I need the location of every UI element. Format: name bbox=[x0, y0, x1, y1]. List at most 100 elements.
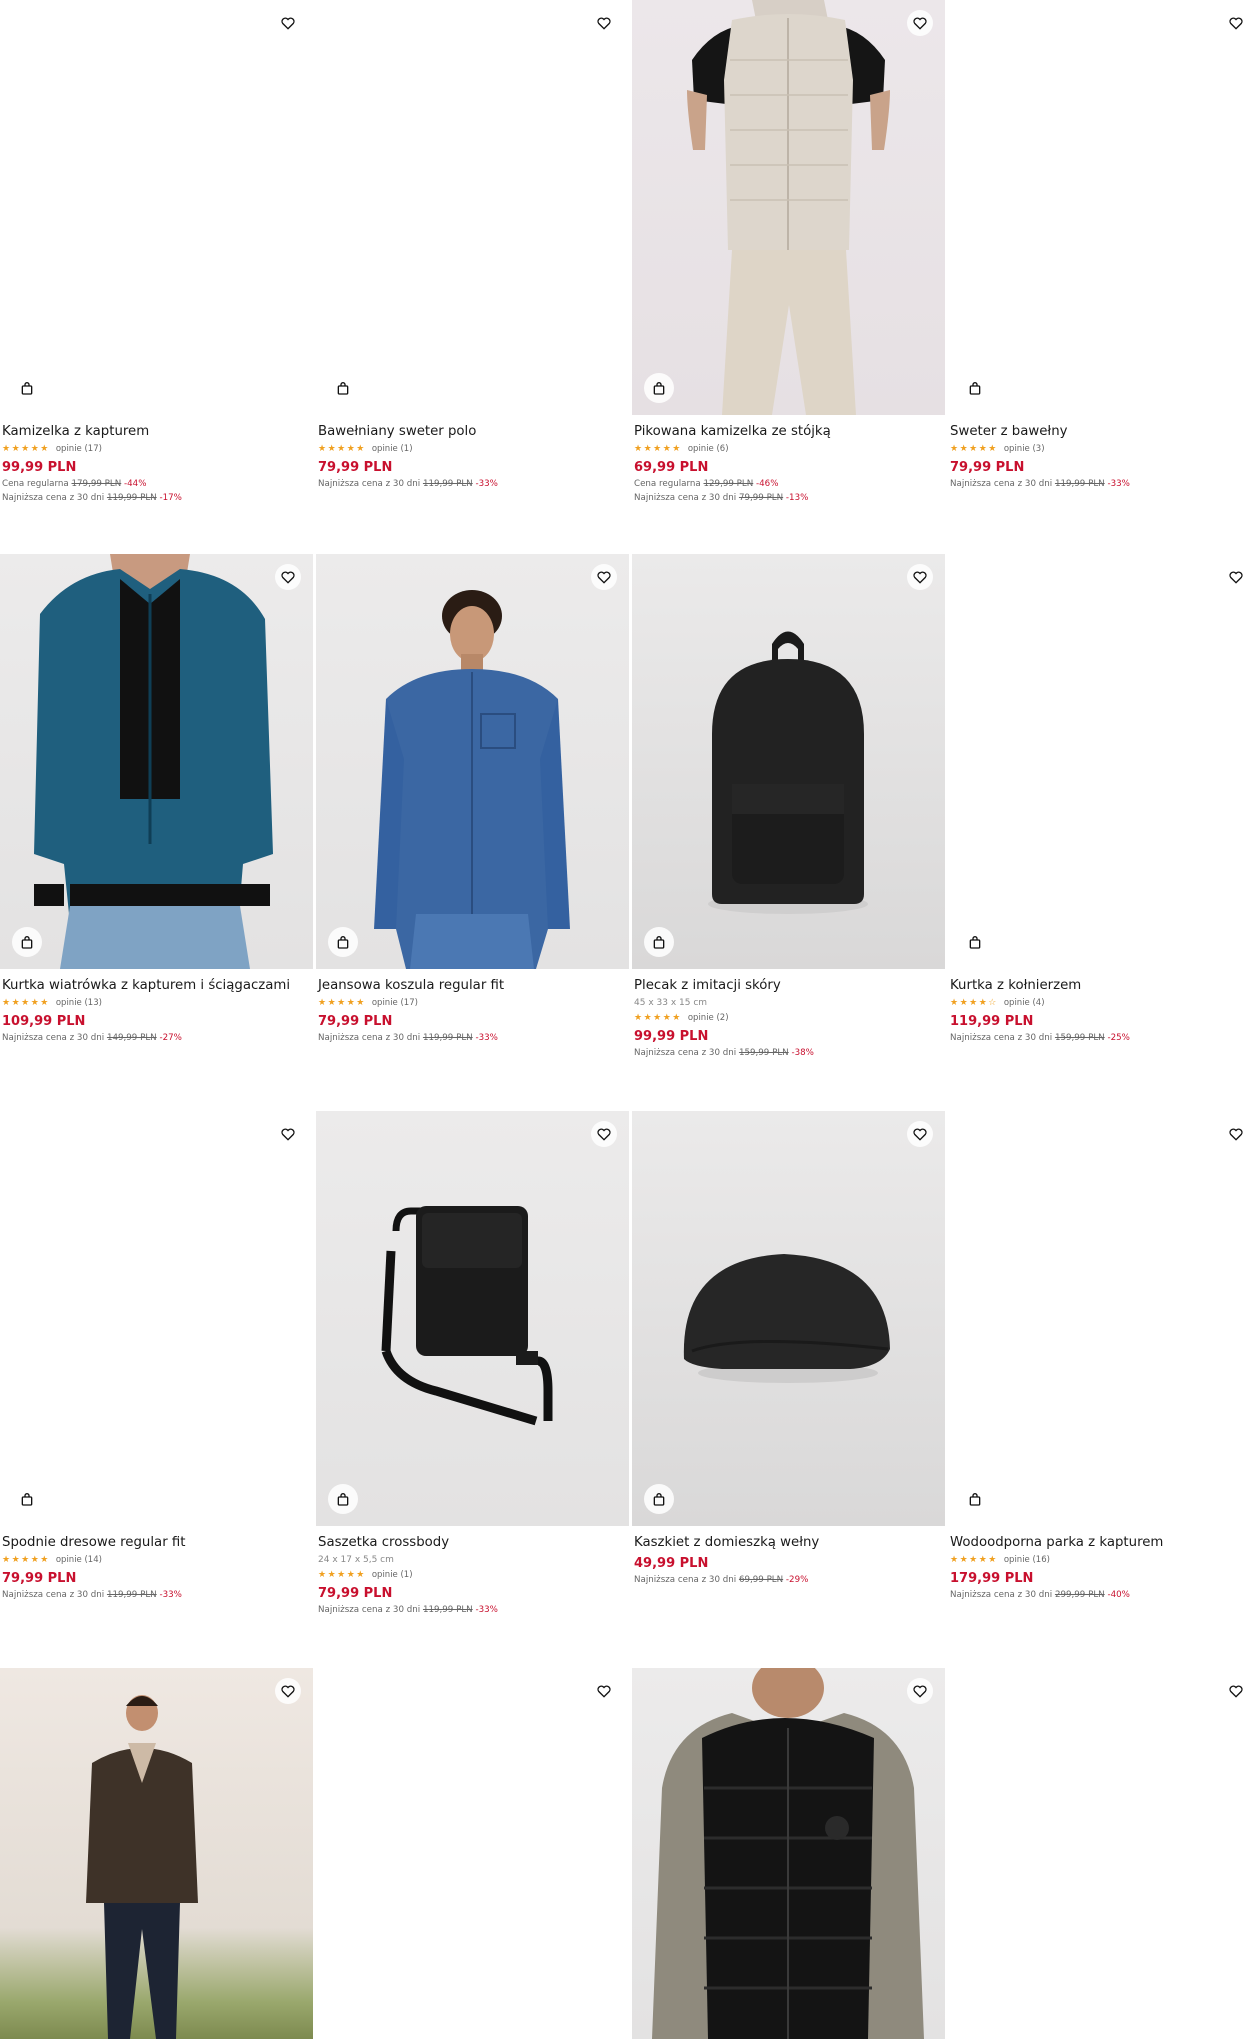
product-image[interactable] bbox=[948, 0, 1250, 415]
rating: ★★★★★ opinie (1) bbox=[318, 1568, 628, 1582]
product-name[interactable]: Kurtka z kołnierzem bbox=[950, 977, 1250, 995]
rating: ★★★★★ opinie (14) bbox=[2, 1553, 312, 1567]
star-rating-icon: ★★★★★ bbox=[318, 444, 366, 454]
product-name[interactable]: Spodnie dresowe regular fit bbox=[2, 1534, 312, 1552]
product-name[interactable]: Wodoodporna parka z kapturem bbox=[950, 1534, 1250, 1552]
product-image[interactable] bbox=[316, 1668, 629, 2039]
product-price: 99,99 PLN bbox=[634, 1029, 709, 1044]
product-name[interactable]: Kamizelka z kapturem bbox=[2, 423, 312, 441]
product-name[interactable]: Pikowana kamizelka ze stójką bbox=[634, 423, 944, 441]
product-price: 69,99 PLN bbox=[634, 460, 709, 475]
shopping-bag-icon[interactable] bbox=[328, 373, 358, 403]
product-name[interactable]: Bawełniany sweter polo bbox=[318, 423, 628, 441]
shopping-bag-icon[interactable] bbox=[12, 927, 42, 957]
product-image[interactable] bbox=[632, 0, 945, 415]
product-image[interactable] bbox=[948, 1668, 1250, 2039]
rating: ★★★★★ opinie (13) bbox=[2, 996, 312, 1010]
product-name[interactable]: Plecak z imitacji skóry bbox=[634, 977, 944, 995]
price-history-line: Najniższa cena z 30 dni 119,99 PLN -17% bbox=[2, 493, 182, 503]
product-name[interactable]: Sweter z bawełny bbox=[950, 423, 1250, 441]
heart-icon[interactable] bbox=[275, 1678, 301, 1704]
review-count[interactable]: opinie (14) bbox=[56, 1555, 102, 1565]
product-photo bbox=[374, 590, 570, 969]
product-info: Sweter z bawełny ★★★★★ opinie (3) 79,99 P… bbox=[950, 423, 1250, 491]
product-info: Kamizelka z kapturem ★★★★★ opinie (17) 99… bbox=[2, 423, 312, 505]
product-info: Saszetka crossbody 24 x 17 x 5,5 cm ★★★★… bbox=[318, 1534, 628, 1617]
product-price: 79,99 PLN bbox=[318, 1586, 393, 1601]
heart-icon[interactable] bbox=[907, 564, 933, 590]
rating: ★★★★★ opinie (16) bbox=[950, 1553, 1250, 1567]
price-history-line: Cena regularna 129,99 PLN -46% bbox=[634, 479, 779, 489]
product-image[interactable] bbox=[632, 1111, 945, 1526]
review-count[interactable]: opinie (16) bbox=[1004, 1555, 1050, 1565]
product-info: Bawełniany sweter polo ★★★★★ opinie (1) 7… bbox=[318, 423, 628, 491]
product-image[interactable] bbox=[632, 1668, 945, 2039]
product-image[interactable] bbox=[0, 0, 313, 415]
product-info: Wodoodporna parka z kapturem ★★★★★ opinie… bbox=[950, 1534, 1250, 1602]
heart-icon[interactable] bbox=[907, 1678, 933, 1704]
shopping-bag-icon[interactable] bbox=[644, 373, 674, 403]
product-name[interactable]: Kaszkiet z domieszką wełny bbox=[634, 1534, 944, 1552]
shopping-bag-icon[interactable] bbox=[960, 927, 990, 957]
review-count[interactable]: opinie (13) bbox=[56, 998, 102, 1008]
star-rating-icon: ★★★★★ bbox=[950, 444, 998, 454]
product-info: Spodnie dresowe regular fit ★★★★★ opinie … bbox=[2, 1534, 312, 1602]
shopping-bag-icon[interactable] bbox=[960, 1484, 990, 1514]
price-history-line: Najniższa cena z 30 dni 299,99 PLN -40% bbox=[950, 1590, 1130, 1600]
shopping-bag-icon[interactable] bbox=[328, 927, 358, 957]
product-price: 79,99 PLN bbox=[318, 460, 393, 475]
heart-icon[interactable] bbox=[275, 564, 301, 590]
product-image[interactable] bbox=[948, 554, 1250, 969]
product-image[interactable] bbox=[316, 1111, 629, 1526]
review-count[interactable]: opinie (3) bbox=[1004, 444, 1045, 454]
product-image[interactable] bbox=[0, 1668, 313, 2039]
heart-icon[interactable] bbox=[1223, 564, 1249, 590]
heart-icon[interactable] bbox=[907, 1121, 933, 1147]
heart-icon[interactable] bbox=[591, 10, 617, 36]
review-count[interactable]: opinie (17) bbox=[372, 998, 418, 1008]
heart-icon[interactable] bbox=[1223, 1678, 1249, 1704]
star-rating-icon: ★★★★★ bbox=[2, 444, 50, 454]
price-history-line: Najniższa cena z 30 dni 119,99 PLN -33% bbox=[318, 479, 498, 489]
heart-icon[interactable] bbox=[275, 10, 301, 36]
heart-icon[interactable] bbox=[591, 1678, 617, 1704]
product-name[interactable]: Kurtka wiatrówka z kapturem i ściągaczam… bbox=[2, 977, 312, 995]
product-image[interactable] bbox=[316, 0, 629, 415]
price-history-line: Najniższa cena z 30 dni 149,99 PLN -27% bbox=[2, 1033, 182, 1043]
heart-icon[interactable] bbox=[591, 1121, 617, 1147]
shopping-bag-icon[interactable] bbox=[960, 373, 990, 403]
product-info: Jeansowa koszula regular fit ★★★★★ opinie… bbox=[318, 977, 628, 1045]
star-rating-icon: ★★★★★ bbox=[318, 1570, 366, 1580]
product-name[interactable]: Saszetka crossbody bbox=[318, 1534, 628, 1552]
heart-icon[interactable] bbox=[1223, 10, 1249, 36]
heart-icon[interactable] bbox=[591, 564, 617, 590]
product-image[interactable] bbox=[632, 554, 945, 969]
heart-icon[interactable] bbox=[1223, 1121, 1249, 1147]
product-price: 119,99 PLN bbox=[950, 1014, 1034, 1029]
star-rating-icon: ★★★★★ bbox=[950, 1555, 998, 1565]
shopping-bag-icon[interactable] bbox=[328, 1484, 358, 1514]
heart-icon[interactable] bbox=[275, 1121, 301, 1147]
star-rating-icon: ★★★★★ bbox=[2, 1555, 50, 1565]
star-rating-icon: ★★★★★ bbox=[2, 998, 50, 1008]
product-image[interactable] bbox=[948, 1111, 1250, 1526]
review-count[interactable]: opinie (1) bbox=[372, 444, 413, 454]
product-image[interactable] bbox=[0, 554, 313, 969]
review-count[interactable]: opinie (4) bbox=[1004, 998, 1045, 1008]
shopping-bag-icon[interactable] bbox=[644, 927, 674, 957]
shopping-bag-icon[interactable] bbox=[644, 1484, 674, 1514]
review-count[interactable]: opinie (6) bbox=[688, 444, 729, 454]
price-history-line: Najniższa cena z 30 dni 119,99 PLN -33% bbox=[950, 479, 1130, 489]
product-image[interactable] bbox=[316, 554, 629, 969]
rating: ★★★★★ opinie (6) bbox=[634, 442, 944, 456]
review-count[interactable]: opinie (2) bbox=[688, 1013, 729, 1023]
shopping-bag-icon[interactable] bbox=[12, 1484, 42, 1514]
review-count[interactable]: opinie (17) bbox=[56, 444, 102, 454]
shopping-bag-icon[interactable] bbox=[12, 373, 42, 403]
product-photo bbox=[34, 554, 273, 969]
product-image[interactable] bbox=[0, 1111, 313, 1526]
product-name[interactable]: Jeansowa koszula regular fit bbox=[318, 977, 628, 995]
heart-icon[interactable] bbox=[907, 10, 933, 36]
review-count[interactable]: opinie (1) bbox=[372, 1570, 413, 1580]
rating: ★★★★☆ opinie (4) bbox=[950, 996, 1250, 1010]
